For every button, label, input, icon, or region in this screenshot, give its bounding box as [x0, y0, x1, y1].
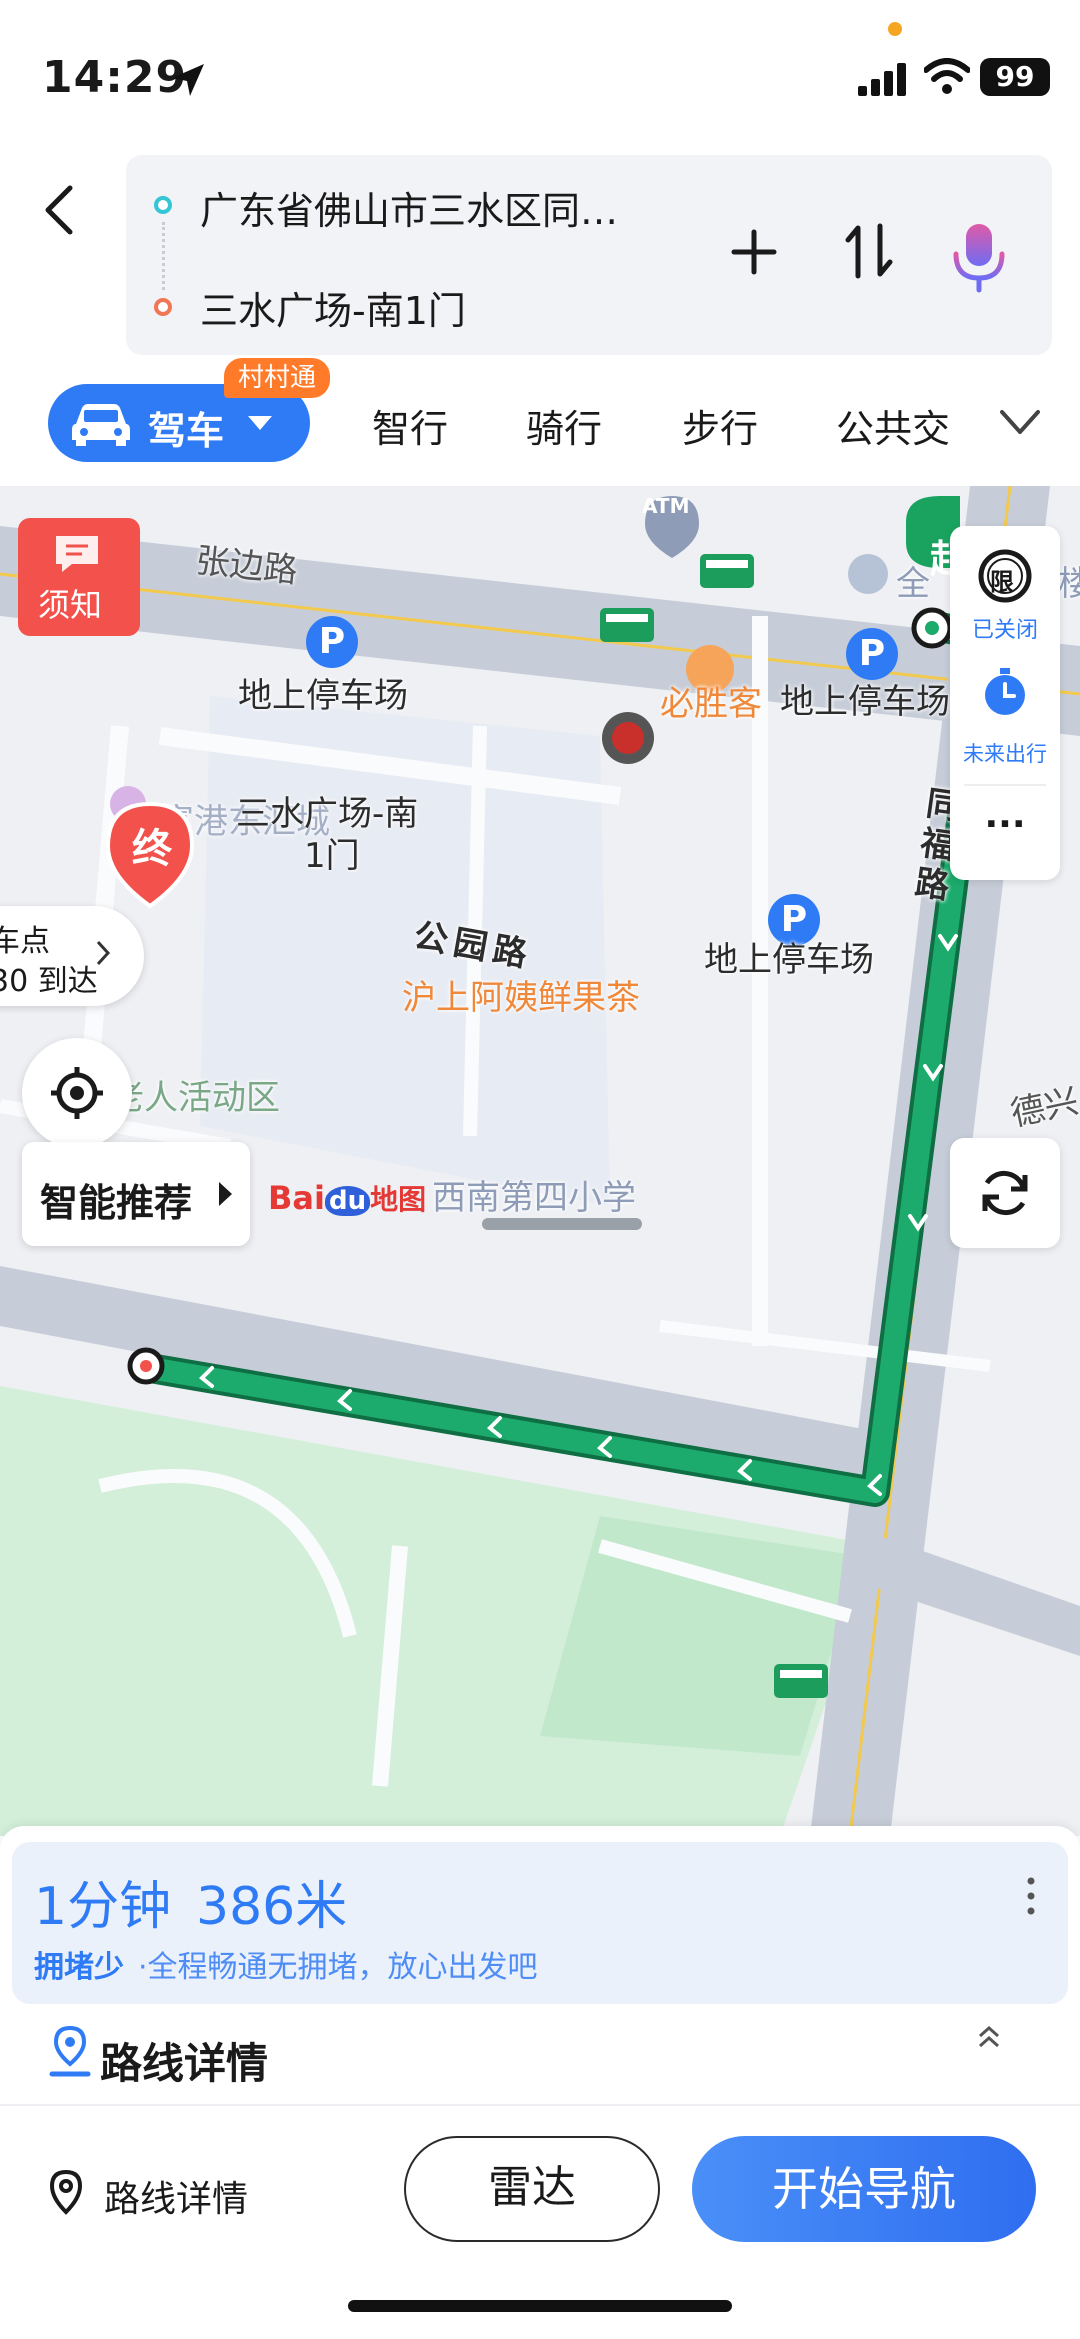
sheet-grab-handle[interactable] [482, 1218, 642, 1230]
atm-label: ATM [642, 494, 690, 518]
cellular-signal-icon [858, 62, 910, 96]
radar-button[interactable]: 雷达 [404, 2136, 660, 2242]
poi-fruit-tea: 沪上阿姨鲜果茶 [402, 978, 640, 1018]
start-navigation-button[interactable]: 开始导航 [692, 2136, 1036, 2242]
route-detail-icon [49, 2025, 91, 2077]
restriction-icon-text: 限 [990, 568, 1014, 596]
notice-label: 须知 [38, 586, 103, 624]
crosshair-icon [51, 1067, 103, 1119]
tab-walk[interactable]: 步行 [682, 398, 758, 453]
route-connector-line [162, 222, 167, 290]
arrival-info-card[interactable]: 车点 30 到达 [0, 906, 144, 1006]
future-travel-label: 未来出行 [963, 742, 1047, 766]
location-pin-icon [49, 2169, 83, 2215]
arrival-label-line2: 30 到达 [0, 964, 98, 999]
destination-label-line2: 1门 [304, 836, 360, 876]
status-time: 14:29 [42, 52, 188, 103]
future-travel-icon[interactable] [982, 666, 1028, 718]
more-vertical-icon[interactable] [1026, 1876, 1036, 1916]
voice-input-icon[interactable] [950, 222, 1008, 294]
notice-button[interactable]: 须知 [18, 518, 140, 636]
route-description: ·全程畅通无拥堵，放心出发吧 [138, 1950, 538, 1985]
locate-me-button[interactable] [22, 1038, 132, 1148]
arrival-label-line1: 车点 [0, 924, 50, 959]
parking-label-b: 地上停车场 [780, 682, 950, 722]
restriction-status-label: 已关闭 [971, 618, 1038, 643]
map-control-panel: 限 已关闭 未来出行 ··· [950, 526, 1060, 880]
privacy-indicator-dot [888, 22, 902, 36]
refresh-icon [982, 1170, 1028, 1216]
chevron-right-icon [96, 940, 111, 966]
tab-transit[interactable]: 公共交 [836, 398, 950, 453]
more-modes-chevron-icon[interactable] [996, 404, 1044, 440]
parking-icon: P [306, 616, 358, 668]
back-icon[interactable] [36, 180, 86, 240]
end-point-dot [154, 298, 172, 316]
route-detail-title[interactable]: 路线详情 [100, 2030, 268, 2091]
car-icon [72, 404, 130, 446]
more-options-icon[interactable]: ··· [950, 804, 1060, 845]
chat-bubble-icon [56, 536, 98, 572]
tab-ride[interactable]: 骑行 [526, 398, 602, 453]
home-indicator[interactable] [348, 2300, 732, 2312]
poi-elderly-area: 老人活动区 [110, 1078, 280, 1118]
expand-up-icon[interactable] [974, 2022, 1004, 2052]
dropdown-caret-icon [248, 416, 272, 430]
tab-drive-label: 驾车 [148, 409, 225, 453]
add-waypoint-icon[interactable] [724, 222, 784, 282]
footer-route-detail[interactable]: 路线详情 [104, 2170, 248, 2222]
road-label-zhangbian: 张边路 [193, 540, 300, 592]
congestion-status: 拥堵少 [34, 1950, 124, 1985]
start-point-dot [154, 196, 172, 214]
location-arrow-icon [172, 64, 204, 96]
tab-smart[interactable]: 智行 [372, 398, 448, 453]
baidu-map-logo: Bai du 地图 [268, 1179, 427, 1217]
poi-school: 西南第四小学 [432, 1178, 636, 1218]
poi-pizza-hut: 必胜客 [660, 684, 762, 724]
battery-level: 99 [980, 58, 1050, 96]
smart-recommend-label: 智能推荐 [40, 1181, 193, 1225]
faint-poi-top-right: 全 [896, 564, 930, 604]
map-view[interactable]: ATM 张边路 P 地上停车场 必胜客 起 全 楼 沪上阿姨鲜果茶 P 地上停车… [0, 486, 1080, 1836]
play-arrow-icon [219, 1182, 232, 1206]
end-location-field[interactable]: 三水广场-南1门 [200, 280, 466, 335]
faint-poi-edge: 楼 [1058, 564, 1080, 604]
parking-label-c: 地上停车场 [704, 940, 874, 980]
end-pin-label: 终 [132, 826, 172, 872]
parking-label-a: 地上停车场 [238, 676, 408, 716]
route-distance: 386米 [196, 1877, 348, 1937]
village-road-badge: 村村通 [224, 358, 331, 398]
route-duration: 1分钟 [34, 1877, 172, 1937]
start-location-field[interactable]: 广东省佛山市三水区同… [200, 180, 618, 235]
divider [0, 2104, 1080, 2106]
wifi-icon [924, 58, 970, 94]
swap-route-icon[interactable] [840, 218, 898, 284]
smart-recommend-button[interactable]: 智能推荐 [22, 1142, 250, 1246]
parking-icon: P [846, 628, 898, 680]
refresh-route-button[interactable] [950, 1138, 1060, 1248]
